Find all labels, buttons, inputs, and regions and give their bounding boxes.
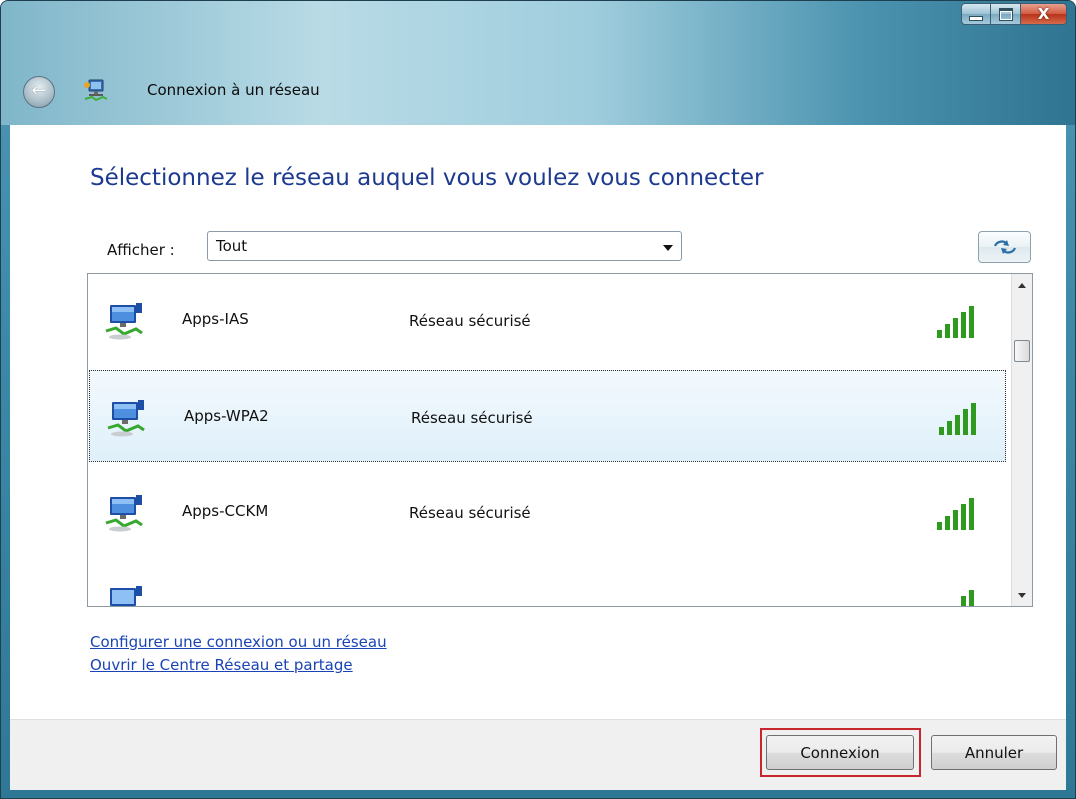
wireless-network-icon xyxy=(105,303,143,340)
show-dropdown[interactable]: Tout xyxy=(207,231,682,261)
minimize-button[interactable] xyxy=(961,3,991,25)
arrow-down-icon xyxy=(1018,592,1026,598)
cancel-button[interactable]: Annuler xyxy=(931,735,1057,770)
dialog-window: X ← Connexion à un réseau Sélectionnez l… xyxy=(0,0,1076,799)
network-row-partial[interactable] xyxy=(88,562,1008,606)
network-status: Réseau sécurisé xyxy=(409,504,531,522)
network-row-selected[interactable]: Apps-WPA2 Réseau sécurisé xyxy=(89,370,1006,462)
network-name: Apps-WPA2 xyxy=(184,407,269,425)
signal-strength-icon xyxy=(939,403,976,435)
network-name: Apps-CCKM xyxy=(182,502,269,520)
refresh-icon xyxy=(993,240,1016,254)
wireless-network-icon xyxy=(107,400,145,437)
scroll-up-button[interactable] xyxy=(1012,276,1032,294)
signal-strength-icon xyxy=(937,498,974,530)
network-row[interactable]: Apps-IAS Réseau sécurisé xyxy=(88,274,1008,370)
close-button[interactable]: X xyxy=(1021,3,1067,25)
connect-button[interactable]: Connexion xyxy=(766,735,914,770)
network-center-link[interactable]: Ouvrir le Centre Réseau et partage xyxy=(90,656,353,674)
window-title: Connexion à un réseau xyxy=(147,81,320,99)
show-label: Afficher : xyxy=(107,241,175,259)
scroll-down-button[interactable] xyxy=(1012,586,1032,604)
close-icon: X xyxy=(1037,5,1050,23)
button-bar: Connexion Annuler xyxy=(10,719,1066,790)
title-bar: X ← Connexion à un réseau xyxy=(1,1,1075,125)
signal-strength-icon xyxy=(961,590,974,606)
arrow-up-icon xyxy=(1018,282,1026,288)
network-status: Réseau sécurisé xyxy=(409,312,531,330)
network-status: Réseau sécurisé xyxy=(411,409,533,427)
content-area: Sélectionnez le réseau auquel vous voule… xyxy=(10,125,1066,719)
refresh-button[interactable] xyxy=(978,231,1031,263)
back-arrow-icon: ← xyxy=(31,80,47,101)
minimize-icon xyxy=(969,15,983,21)
wireless-network-icon xyxy=(110,586,142,606)
back-button[interactable]: ← xyxy=(23,76,55,108)
maximize-button[interactable] xyxy=(991,3,1021,25)
maximize-icon xyxy=(998,7,1013,21)
list-scrollbar[interactable] xyxy=(1011,274,1032,606)
page-heading: Sélectionnez le réseau auquel vous voule… xyxy=(90,165,764,191)
network-list[interactable]: Apps-IAS Réseau sécurisé Apps-WPA2 Résea… xyxy=(87,273,1033,607)
caption-buttons: X xyxy=(961,3,1067,25)
show-dropdown-value: Tout xyxy=(216,237,248,255)
network-row[interactable]: Apps-CCKM Réseau sécurisé xyxy=(88,466,1008,562)
signal-strength-icon xyxy=(937,306,974,338)
wireless-network-icon xyxy=(105,495,143,532)
setup-connection-link[interactable]: Configurer une connexion ou un réseau xyxy=(90,633,387,651)
network-connection-icon xyxy=(84,79,108,102)
chevron-down-icon xyxy=(663,245,673,251)
network-name: Apps-IAS xyxy=(182,310,249,328)
scroll-thumb[interactable] xyxy=(1014,340,1030,362)
